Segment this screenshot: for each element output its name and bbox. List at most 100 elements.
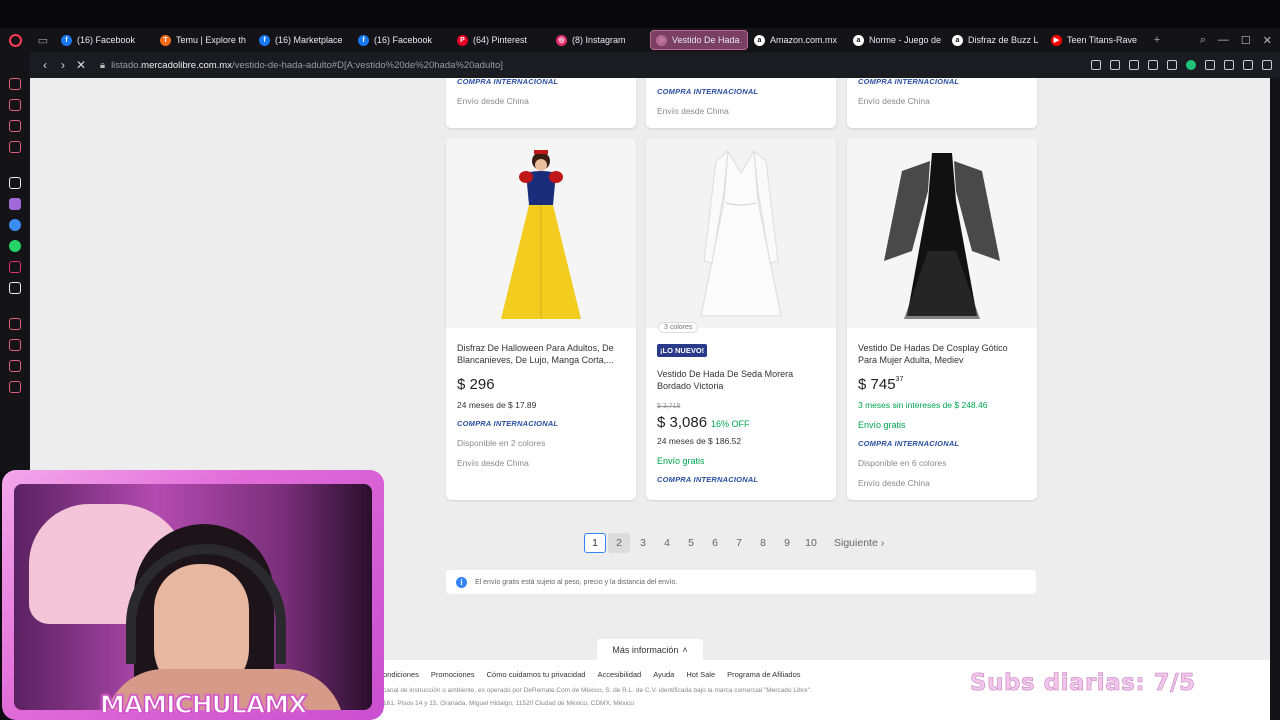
tab-6[interactable]: ◌ Vestido De Hada Adulto | <box>650 30 748 50</box>
international-label: COMPRA INTERNACIONAL <box>457 419 559 428</box>
url-path: /vestido-de-hada-adulto#D[A:vestido%20de… <box>231 59 503 71</box>
forward-icon[interactable]: › <box>54 58 72 72</box>
whatsapp-icon[interactable] <box>9 240 21 252</box>
page-5-button[interactable]: 5 <box>680 533 702 553</box>
footer-address-line: 161, Pisos 14 y 15, Granada, Miguel Hida… <box>383 700 634 707</box>
menu-icon[interactable] <box>1262 60 1272 70</box>
tabs: f (16) Facebook T Temu | Explore th f (16) Ma… <box>56 30 1144 50</box>
tab-4[interactable]: P (64) Pinterest <box>452 30 550 50</box>
page-9-button[interactable]: 9 <box>776 533 798 553</box>
product-card[interactable]: Vestido De Hadas De Cosplay Gótico Para … <box>847 138 1037 500</box>
ship-from: Envío desde China <box>457 458 529 468</box>
info-note-text: El envío gratis está sujeto al peso, pre… <box>475 578 678 586</box>
footer-link[interactable]: Ayuda <box>653 670 674 679</box>
product-title[interactable]: Vestido De Hada De Seda Morera Bordado V… <box>657 368 826 392</box>
tab-0[interactable]: f (16) Facebook <box>56 30 154 50</box>
player-icon[interactable] <box>9 318 21 330</box>
tab-label: (64) Pinterest <box>473 35 528 45</box>
minimize-icon[interactable]: — <box>1218 34 1229 46</box>
url-field[interactable]: 🔒︎ listado.mercadolibre.com.mx/vestido-d… <box>100 60 503 71</box>
tab-9[interactable]: a Disfraz de Buzz L <box>947 30 1045 50</box>
extensions-icon[interactable] <box>9 360 21 372</box>
tab-menu-icon[interactable]: ▭ <box>30 28 56 52</box>
download-icon[interactable] <box>1243 60 1253 70</box>
installments: 3 meses sin intereses de $ 248.46 <box>858 400 988 410</box>
settings-icon[interactable] <box>9 381 21 393</box>
pin-icon[interactable] <box>1091 60 1101 70</box>
adblock-icon[interactable] <box>1129 60 1139 70</box>
lock-icon: 🔒︎ <box>100 59 106 71</box>
extension-icon[interactable] <box>1186 60 1196 70</box>
sidebar-crypto-icon[interactable] <box>9 120 21 132</box>
page-6-button[interactable]: 6 <box>704 533 726 553</box>
puzzle-icon[interactable] <box>1205 60 1215 70</box>
close-icon[interactable]: ✕ <box>1263 34 1272 47</box>
tab-label: Norme - Juego de <box>869 35 941 45</box>
product-image[interactable] <box>646 138 836 328</box>
address-bar: ‹ › ✕ 🔒︎ listado.mercadolibre.com.mx/ves… <box>30 52 1280 78</box>
product-price: $ 745 <box>858 376 896 393</box>
product-card[interactable]: 3 colores ¡LO NUEVO! Vestido De Hada De … <box>646 138 836 500</box>
page-7-button[interactable]: 7 <box>728 533 750 553</box>
tab-1[interactable]: T Temu | Explore th <box>155 30 253 50</box>
sidebar-refresh-icon[interactable] <box>9 78 21 90</box>
heart-icon[interactable] <box>1167 60 1177 70</box>
history-icon[interactable] <box>9 339 21 351</box>
maximize-icon[interactable]: ☐ <box>1241 34 1251 47</box>
tab-7[interactable]: a Amazon.com.mx <box>749 30 847 50</box>
product-title[interactable]: Vestido De Hadas De Cosplay Gótico Para … <box>858 342 1027 366</box>
product-card[interactable]: COMPRA INTERNACIONAL Envío desde China <box>847 78 1037 128</box>
tab-label: (16) Marketplace <box>275 35 343 45</box>
x-icon[interactable] <box>9 282 21 294</box>
chevron-right-icon: › <box>880 537 885 549</box>
instagram-icon[interactable] <box>9 261 21 273</box>
tab-2[interactable]: f (16) Marketplace <box>254 30 352 50</box>
page-3-button[interactable]: 3 <box>632 533 654 553</box>
url-prefix: listado. <box>111 59 142 71</box>
tab-label: (16) Facebook <box>77 35 136 45</box>
opera-logo-icon[interactable] <box>0 28 30 52</box>
product-card[interactable]: COMPRA INTERNACIONAL Envío desde China <box>646 78 836 128</box>
snapshot-icon[interactable] <box>1110 60 1120 70</box>
footer-link[interactable]: Programa de Afiliados <box>727 670 800 679</box>
tab-5[interactable]: ◎ (8) Instagram <box>551 30 649 50</box>
footer-link[interactable]: Hot Sale <box>686 670 715 679</box>
page-2-button[interactable]: 2 <box>608 533 630 553</box>
facebook-icon: f <box>358 34 369 46</box>
sidebar-m-icon[interactable] <box>9 141 21 153</box>
product-image[interactable] <box>446 138 636 328</box>
tab-10[interactable]: ▶ Teen Titans-Rave <box>1046 30 1144 50</box>
wallet-icon[interactable] <box>1224 60 1234 70</box>
new-tab-icon[interactable]: + <box>1144 28 1170 52</box>
scrollbar[interactable] <box>1270 78 1280 720</box>
more-info-button[interactable]: Más información ˄ <box>597 639 703 660</box>
ship-from: Envío desde China <box>457 96 529 106</box>
page-8-button[interactable]: 8 <box>752 533 774 553</box>
ship-from: Envío desde China <box>858 96 930 106</box>
sidebar-arrow-icon[interactable] <box>9 177 21 189</box>
footer-link[interactable]: Accesibilidad <box>597 670 641 679</box>
messenger-icon[interactable] <box>9 219 21 231</box>
stop-loading-icon[interactable]: ✕ <box>72 58 90 72</box>
product-card[interactable]: COMPRA INTERNACIONAL Envío desde China <box>446 78 636 128</box>
product-card[interactable]: Disfraz De Halloween Para Adultos, De Bl… <box>446 138 636 500</box>
search-tabs-icon[interactable]: ⌕ <box>1200 34 1206 47</box>
page-10-button[interactable]: 10 <box>800 533 822 553</box>
product-image[interactable] <box>847 138 1037 328</box>
tab-8[interactable]: a Norme - Juego de <box>848 30 946 50</box>
tab-3[interactable]: f (16) Facebook <box>353 30 451 50</box>
sidebar <box>0 52 30 472</box>
window-controls: ⌕ — ☐ ✕ <box>1200 34 1280 47</box>
back-icon[interactable]: ‹ <box>36 58 54 72</box>
sidebar-aria-icon[interactable] <box>9 99 21 111</box>
product-title[interactable]: Disfraz De Halloween Para Adultos, De Bl… <box>457 342 626 366</box>
next-page-button[interactable]: Siguiente › <box>834 537 884 549</box>
twitch-icon[interactable] <box>9 198 21 210</box>
footer-link[interactable]: Promociones <box>431 670 475 679</box>
send-icon[interactable] <box>1148 60 1158 70</box>
page-4-button[interactable]: 4 <box>656 533 678 553</box>
footer-link[interactable]: Cómo cuidamos tu privacidad <box>487 670 586 679</box>
footer-link[interactable]: ondiciones <box>383 670 419 679</box>
page-1-button[interactable]: 1 <box>584 533 606 553</box>
installments: 24 meses de $ 186.52 <box>657 436 742 446</box>
